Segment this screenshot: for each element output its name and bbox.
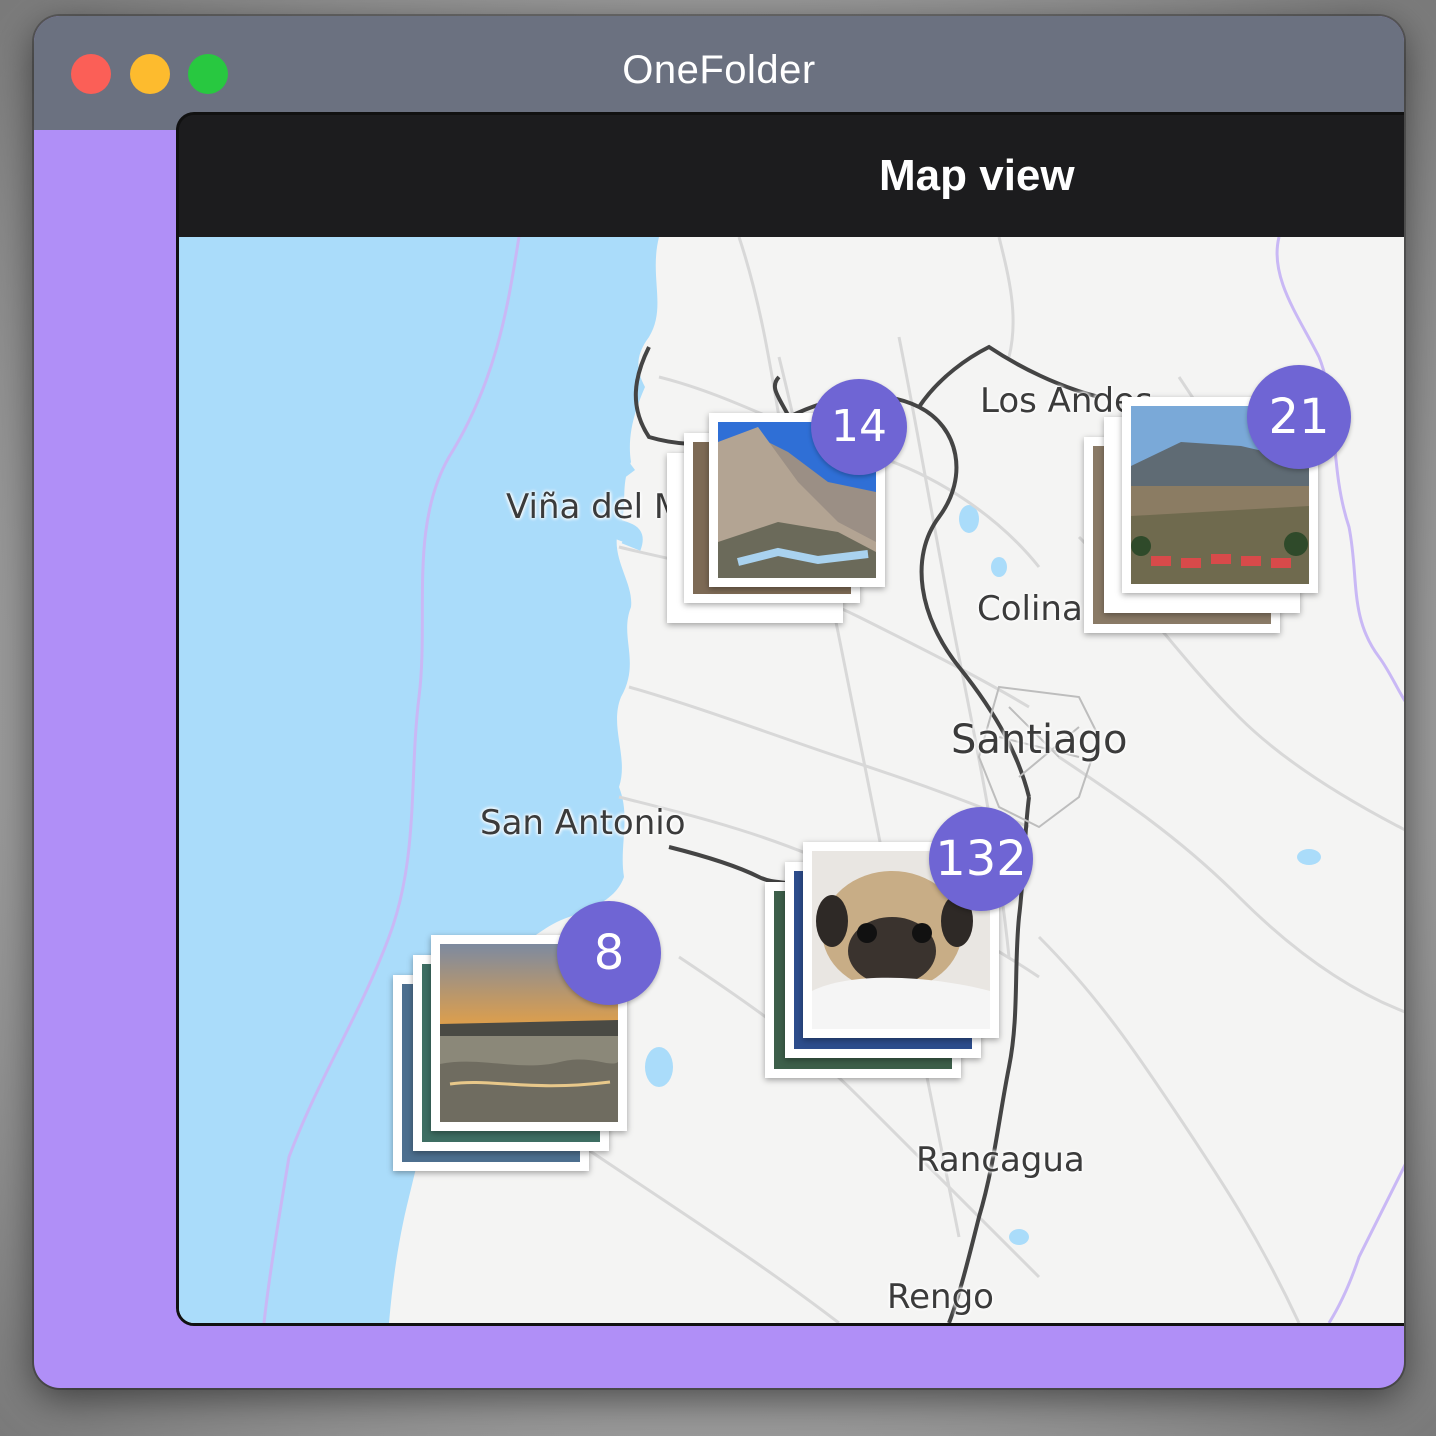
panel-header: Map view	[179, 115, 1404, 237]
app-window: OneFolder Map view Los Andes Viña del M …	[34, 16, 1404, 1388]
cluster-count-badge-21[interactable]: 21	[1247, 365, 1351, 469]
cluster-count-badge-132[interactable]: 132	[929, 807, 1033, 911]
place-label-colina: Colina	[977, 589, 1083, 629]
map-canvas[interactable]: Los Andes Viña del M Colina Santiago San…	[179, 237, 1404, 1323]
cluster-count-badge-8[interactable]: 8	[557, 901, 661, 1005]
window-title: OneFolder	[622, 48, 816, 92]
place-label-vina-del-mar: Viña del M	[506, 487, 684, 527]
place-label-rancagua: Rancagua	[916, 1140, 1085, 1180]
cluster-count-badge-14[interactable]: 14	[811, 379, 907, 475]
map-view-panel: Map view Los Andes Viña del M Colina San…	[176, 112, 1404, 1326]
place-label-san-antonio: San Antonio	[480, 803, 686, 843]
place-label-rengo: Rengo	[887, 1277, 994, 1317]
panel-title: Map view	[879, 151, 1075, 200]
place-label-santiago: Santiago	[951, 717, 1128, 763]
